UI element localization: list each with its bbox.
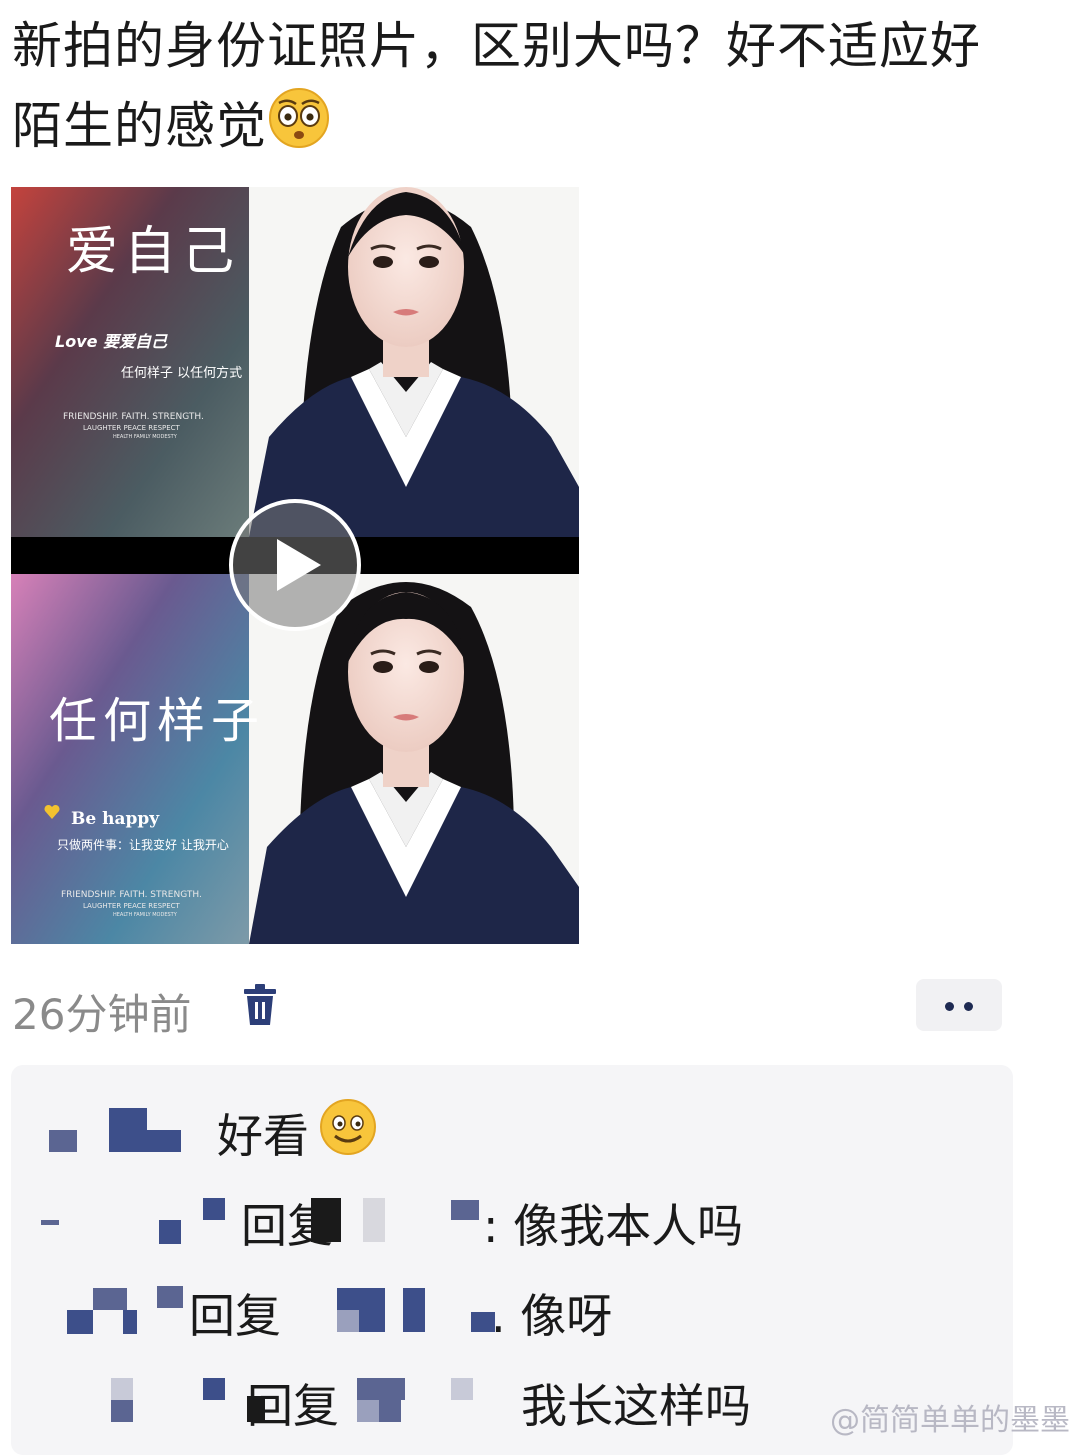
bottom-sub: 只做两件事：让我变好 让我开心 (57, 837, 229, 852)
redacted-username (49, 1130, 77, 1152)
reply-text: : 像我本人吗 (483, 1199, 744, 1253)
smiling-face-icon (319, 1098, 377, 1167)
more-button[interactable] (916, 979, 1002, 1031)
flushed-face-icon (267, 86, 331, 173)
video-thumbnail[interactable]: 爱自己 Love 要爱自己 任何样子 以任何方式 FRIENDSHIP. FAI… (11, 187, 579, 944)
reply-text: 我长这样吗 (521, 1379, 751, 1433)
bottom-title: 任何样子 (49, 693, 265, 749)
top-love: Love 要爱自己 (55, 332, 168, 351)
post-meta-bar: 26分钟前 (12, 975, 1012, 1039)
top-eng1: FRIENDSHIP. FAITH. STRENGTH. (63, 412, 204, 422)
reply-row[interactable]: 回复 : 像我本人吗 (11, 1180, 1013, 1260)
top-eng3: HEALTH FAMILY MODESTY (113, 434, 178, 440)
play-icon (229, 499, 361, 631)
comment-row[interactable]: 好看 (11, 1090, 1013, 1170)
post-body: 新拍的身份证照片，区别大吗？好不适应好陌生的感觉 (12, 17, 981, 155)
post-time: 26分钟前 (12, 990, 192, 1039)
reply-text: . 像呀 (491, 1289, 613, 1343)
reply-row[interactable]: 回复 . 像呀 (11, 1270, 1013, 1350)
more-icon (945, 1002, 954, 1011)
bottom-eng1: FRIENDSHIP. FAITH. STRENGTH. (61, 890, 202, 900)
watermark: @简简单单的墨墨 (830, 1403, 1070, 1438)
top-eng2: LAUGHTER PEACE RESPECT (83, 424, 181, 432)
post-text: 新拍的身份证照片，区别大吗？好不适应好陌生的感觉 (12, 6, 1012, 173)
bottom-eng2: LAUGHTER PEACE RESPECT (83, 902, 181, 910)
top-title: 爱自己 (66, 222, 240, 282)
trash-icon[interactable] (242, 983, 278, 1031)
bottom-happy: Be happy (71, 809, 160, 829)
comment-text: 好看 (217, 1109, 309, 1163)
top-sub: 任何样子 以任何方式 (121, 365, 242, 381)
reply-label: 回复 (189, 1289, 281, 1343)
bottom-eng3: HEALTH FAMILY MODESTY (113, 912, 178, 918)
